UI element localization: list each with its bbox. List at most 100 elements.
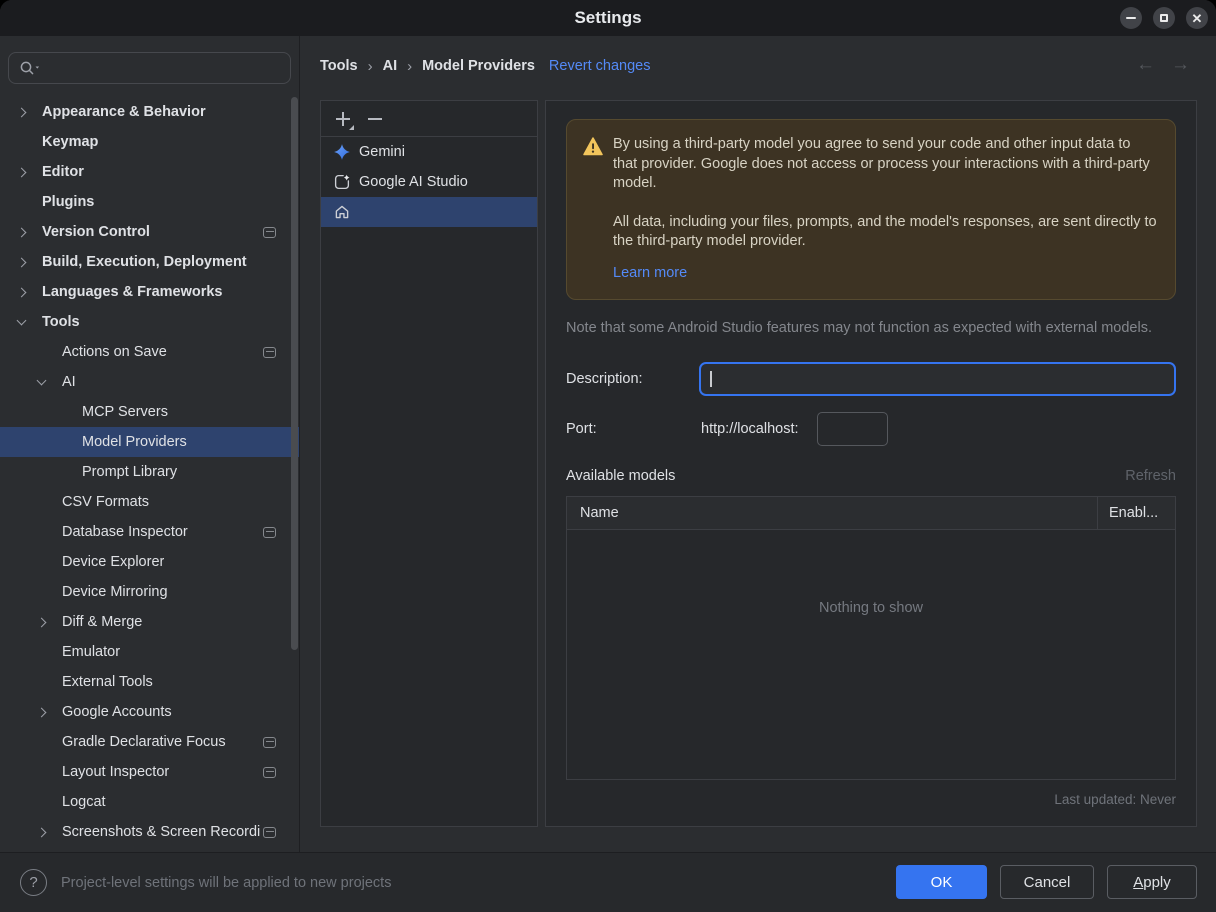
description-row: Description: <box>566 362 1176 396</box>
sidebar-item-keymap[interactable]: Keymap <box>0 127 299 157</box>
breadcrumb-segment-tools[interactable]: Tools <box>320 58 358 74</box>
minimize-icon <box>1126 17 1136 19</box>
chevron-right-icon[interactable] <box>16 167 27 177</box>
sidebar-item-label: Diff & Merge <box>62 614 143 630</box>
sidebar-item-label: CSV Formats <box>62 494 150 510</box>
ok-button-label: OK <box>930 873 953 891</box>
warning-paragraph-2: All data, including your files, prompts,… <box>613 213 1157 250</box>
provider-item-label: Gemini <box>359 144 405 160</box>
column-header-enabled[interactable]: Enabl... <box>1097 497 1175 529</box>
add-dropdown-icon <box>349 124 354 130</box>
sidebar-item-build-execution-deployment[interactable]: Build, Execution, Deployment <box>0 247 299 277</box>
sidebar-item-diff-merge[interactable]: Diff & Merge <box>0 607 299 637</box>
sidebar-item-gradle-declarative-focus[interactable]: Gradle Declarative Focus <box>0 727 299 757</box>
sidebar-item-actions-on-save[interactable]: Actions on Save <box>0 337 299 367</box>
sidebar-item-device-mirroring[interactable]: Device Mirroring <box>0 577 299 607</box>
ok-button[interactable]: OK <box>896 865 987 899</box>
sidebar-item-label: MCP Servers <box>82 404 168 420</box>
learn-more-link[interactable]: Learn more <box>613 264 687 284</box>
sidebar-item-prompt-library[interactable]: Prompt Library <box>0 457 299 487</box>
sidebar-item-label: Prompt Library <box>82 464 178 480</box>
chevron-right-icon[interactable] <box>16 107 27 117</box>
project-window-icon <box>263 767 276 778</box>
chevron-right-icon[interactable] <box>16 227 27 237</box>
revert-changes-link[interactable]: Revert changes <box>549 58 651 74</box>
chevron-right-icon[interactable] <box>36 827 47 837</box>
chevron-down-icon[interactable] <box>16 315 27 326</box>
sidebar-item-label: Google Accounts <box>62 704 172 720</box>
sidebar-item-version-control[interactable]: Version Control <box>0 217 299 247</box>
close-icon: ✕ <box>1191 10 1203 26</box>
apply-button[interactable]: Apply <box>1107 865 1197 899</box>
chevron-right-icon[interactable] <box>16 287 27 297</box>
remove-provider-button[interactable] <box>367 111 383 127</box>
settings-window: Settings ✕ Appearance & Behavior Keymap Ed… <box>0 0 1216 912</box>
port-field[interactable] <box>816 412 888 446</box>
project-settings-hint: Project-level settings will be applied t… <box>61 874 392 891</box>
chevron-right-icon[interactable] <box>36 707 47 717</box>
text-caret <box>710 371 712 387</box>
column-header-name[interactable]: Name <box>567 505 1097 521</box>
providers-panel: Gemini Google AI Studio <box>320 100 538 827</box>
sidebar-item-languages-frameworks[interactable]: Languages & Frameworks <box>0 277 299 307</box>
sidebar-item-layout-inspector[interactable]: Layout Inspector <box>0 757 299 787</box>
last-updated-text: Last updated: Never <box>1054 792 1176 807</box>
sidebar-item-label: Device Explorer <box>62 554 165 570</box>
external-models-note: Note that some Android Studio features m… <box>566 320 1152 336</box>
settings-tree: Appearance & Behavior Keymap Editor Plugins… <box>0 97 299 847</box>
sidebar-item-mcp-servers[interactable]: MCP Servers <box>0 397 299 427</box>
gemini-icon <box>333 143 351 161</box>
port-prefix: http://localhost: <box>701 421 799 437</box>
search-input[interactable] <box>8 52 291 84</box>
sidebar-scrollbar[interactable] <box>291 97 298 650</box>
sidebar-item-model-providers[interactable]: Model Providers <box>0 427 299 457</box>
chevron-right-icon[interactable] <box>16 257 27 267</box>
add-provider-button[interactable] <box>335 111 354 130</box>
provider-item-google-ai-studio[interactable]: Google AI Studio <box>321 167 537 197</box>
breadcrumb-separator-icon: › <box>367 57 373 75</box>
empty-table-text: Nothing to show <box>819 600 923 616</box>
sidebar-item-google-accounts[interactable]: Google Accounts <box>0 697 299 727</box>
sidebar-item-screenshots-screen-recordi[interactable]: Screenshots & Screen Recordi <box>0 817 299 847</box>
back-arrow-icon[interactable]: ← <box>1136 54 1155 76</box>
sidebar-item-editor[interactable]: Editor <box>0 157 299 187</box>
warning-text: By using a third-party model you agree t… <box>613 135 1157 283</box>
sidebar-item-ai[interactable]: AI <box>0 367 299 397</box>
description-field[interactable] <box>699 362 1176 396</box>
sidebar-item-database-inspector[interactable]: Database Inspector <box>0 517 299 547</box>
breadcrumb-bar: Tools › AI › Model Providers Revert changes … <box>320 36 1200 96</box>
sidebar-item-appearance-behavior[interactable]: Appearance & Behavior <box>0 97 299 127</box>
forward-arrow-icon[interactable]: → <box>1171 54 1190 76</box>
breadcrumb-segment-model-providers[interactable]: Model Providers <box>422 58 535 74</box>
project-window-icon <box>263 227 276 238</box>
footer-bar: ? Project-level settings will be applied… <box>0 852 1216 912</box>
breadcrumb-segment-ai[interactable]: AI <box>383 58 398 74</box>
cancel-button[interactable]: Cancel <box>1000 865 1094 899</box>
maximize-button[interactable] <box>1153 7 1175 29</box>
sidebar-item-device-explorer[interactable]: Device Explorer <box>0 547 299 577</box>
chevron-right-icon[interactable] <box>36 617 47 627</box>
models-table: Name Enabl... Nothing to show <box>566 496 1176 780</box>
help-button[interactable]: ? <box>20 869 47 896</box>
sidebar-item-logcat[interactable]: Logcat <box>0 787 299 817</box>
third-party-warning-banner: By using a third-party model you agree t… <box>566 119 1176 300</box>
project-window-icon <box>263 827 276 838</box>
sidebar-item-csv-formats[interactable]: CSV Formats <box>0 487 299 517</box>
sidebar-item-tools[interactable]: Tools <box>0 307 299 337</box>
provider-item-blank[interactable] <box>321 197 537 227</box>
sidebar-item-plugins[interactable]: Plugins <box>0 187 299 217</box>
sidebar-item-label: Layout Inspector <box>62 764 170 780</box>
question-mark-icon: ? <box>29 874 38 891</box>
ai-studio-icon <box>333 173 351 191</box>
sidebar-item-label: External Tools <box>62 674 153 690</box>
sidebar-item-emulator[interactable]: Emulator <box>0 637 299 667</box>
refresh-button[interactable]: Refresh <box>1125 468 1176 484</box>
sidebar-item-external-tools[interactable]: External Tools <box>0 667 299 697</box>
minimize-button[interactable] <box>1120 7 1142 29</box>
chevron-slot <box>16 107 42 117</box>
provider-item-gemini[interactable]: Gemini <box>321 137 537 167</box>
close-button[interactable]: ✕ <box>1186 7 1208 29</box>
providers-list: Gemini Google AI Studio <box>321 137 537 227</box>
chevron-down-icon[interactable] <box>36 375 47 386</box>
available-models-label: Available models <box>566 468 676 484</box>
